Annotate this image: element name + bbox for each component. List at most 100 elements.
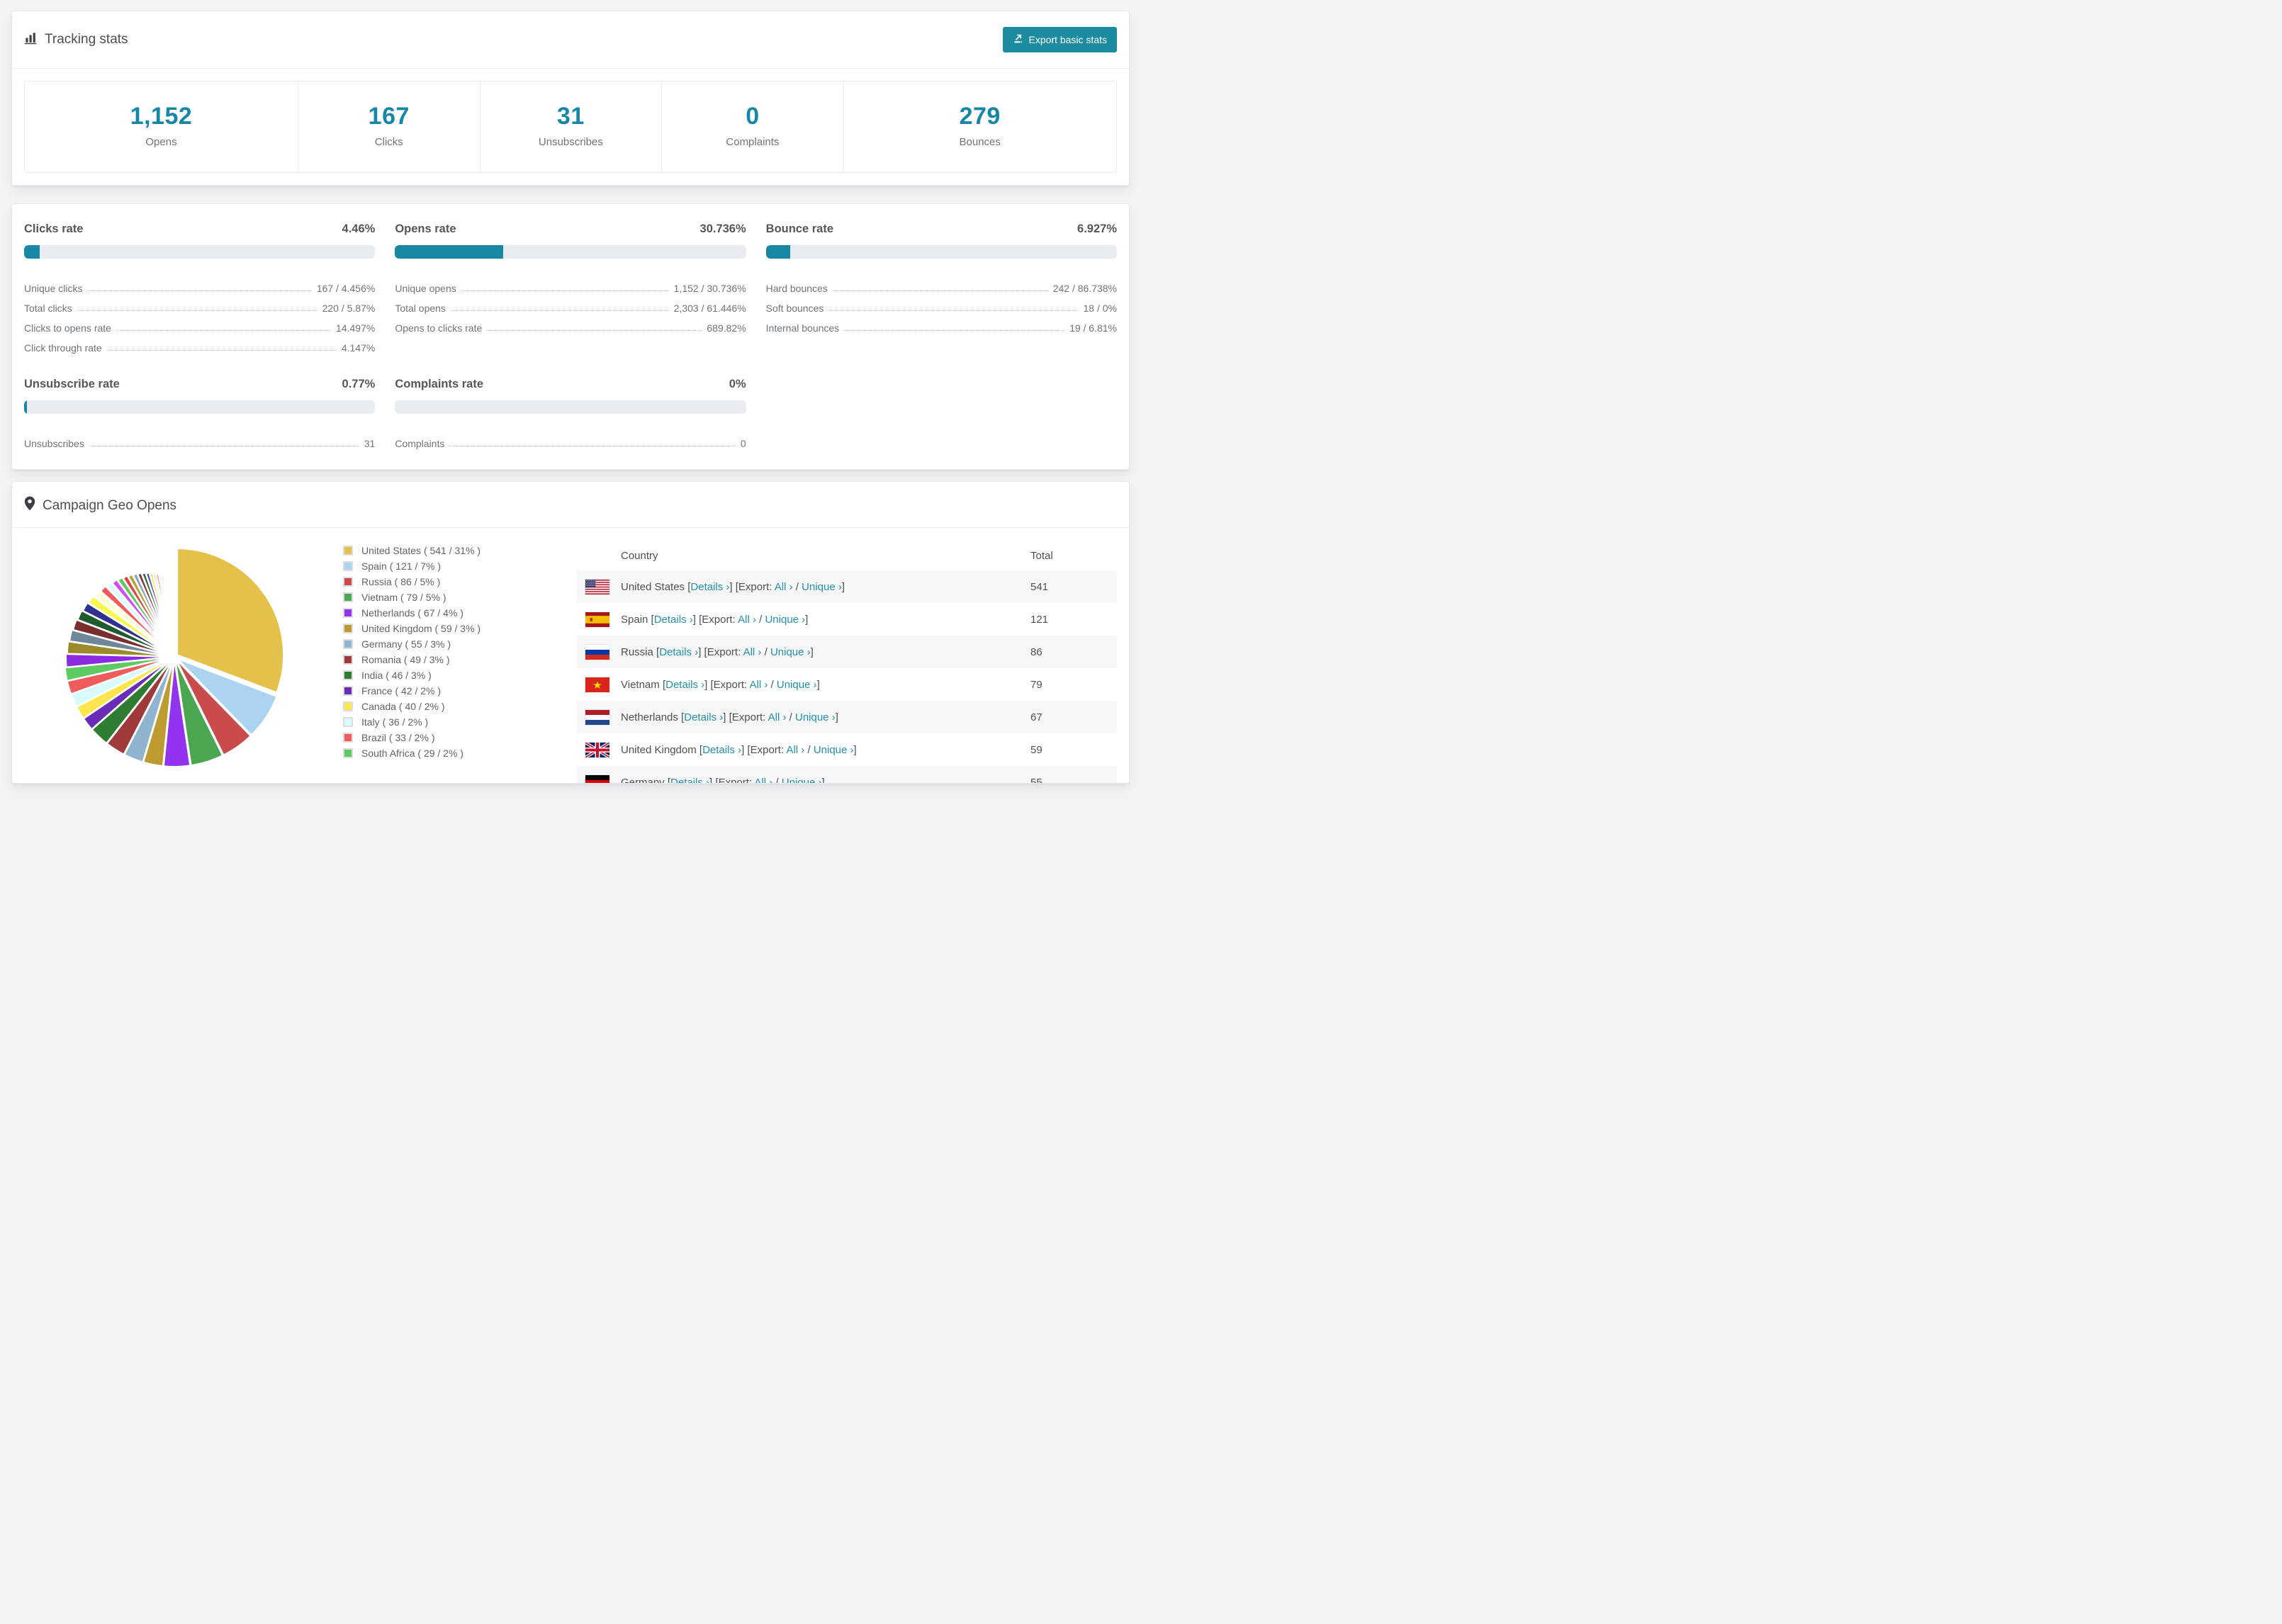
rate-detail-value: 2,303 / 61.446%: [673, 303, 746, 314]
legend-item: France ( 42 / 2% ): [343, 685, 577, 697]
details-link[interactable]: Details ›: [654, 614, 693, 626]
stat-cell-opens: 1,152 Opens: [25, 81, 298, 172]
details-link[interactable]: Details ›: [670, 777, 709, 784]
tracking-stats-card: Tracking stats Export basic stats 1,152 O…: [11, 11, 1130, 186]
legend-item: South Africa ( 29 / 2% ): [343, 748, 577, 759]
country-cell: United Kingdom [Details ›] [Export: All …: [621, 744, 1030, 756]
legend-label: South Africa ( 29 / 2% ): [361, 748, 463, 759]
legend-swatch: [343, 624, 353, 633]
rate-value: 0.77%: [342, 378, 376, 390]
dotted-leader: [450, 310, 669, 311]
rate-block-opens-rate: Opens rate 30.736% Unique opens 1,152 / 30.…: [395, 222, 746, 354]
tracking-stats-header: Tracking stats Export basic stats: [12, 11, 1129, 69]
rates-row-1: Clicks rate 4.46% Unique clicks 167 / 4.456…: [24, 222, 1117, 354]
bracket-text: ]: [841, 580, 845, 593]
export-all-link[interactable]: All ›: [775, 581, 793, 593]
export-unique-link[interactable]: Unique ›: [814, 744, 854, 756]
details-link[interactable]: Details ›: [665, 679, 704, 691]
rate-detail-label: Unique opens: [395, 283, 456, 294]
rate-detail-label: Clicks to opens rate: [24, 322, 111, 334]
export-all-link[interactable]: All ›: [743, 646, 762, 658]
details-link[interactable]: Details ›: [702, 744, 741, 756]
details-link[interactable]: Details ›: [690, 581, 729, 593]
rate-detail-row: Clicks to opens rate 14.497%: [24, 314, 375, 334]
rate-progress-bar: [395, 400, 746, 414]
slash-text: /: [772, 776, 782, 784]
country-cell: Vietnam [Details ›] [Export: All › / Uni…: [621, 679, 1030, 691]
export-unique-link[interactable]: Unique ›: [782, 777, 822, 784]
legend-item: United States ( 541 / 31% ): [343, 545, 577, 556]
rate-block-complaints-rate: Complaints rate 0% Complaints 0: [395, 378, 746, 449]
bracket-text: ]: [810, 645, 814, 658]
legend-label: France ( 42 / 2% ): [361, 685, 442, 697]
rate-detail-rows: Unique clicks 167 / 4.456% Total clicks 220…: [24, 274, 375, 354]
rate-head: Opens rate 30.736%: [395, 222, 746, 236]
legend-swatch: [343, 717, 353, 727]
details-link[interactable]: Details ›: [659, 646, 698, 658]
total-cell: 79: [1030, 678, 1042, 691]
export-all-link[interactable]: All ›: [750, 679, 768, 691]
rate-detail-value: 14.497%: [336, 322, 376, 334]
total-cell: 86: [1030, 645, 1042, 658]
rate-progress-bar: [24, 245, 376, 259]
export-unique-link[interactable]: Unique ›: [770, 646, 811, 658]
flag-icon-us: [585, 579, 609, 594]
dashboard-page: Tracking stats Export basic stats 1,152 O…: [0, 0, 1141, 812]
slash-text: /: [768, 678, 777, 691]
rate-detail-label: Complaints: [395, 438, 445, 449]
rate-detail-row: Opens to clicks rate 689.82%: [395, 314, 746, 334]
rates-card: Clicks rate 4.46% Unique clicks 167 / 4.456…: [11, 203, 1130, 470]
rate-detail-row: Unique opens 1,152 / 30.736%: [395, 274, 746, 294]
stat-label: Clicks: [374, 136, 403, 148]
legend-label: Vietnam ( 79 / 5% ): [361, 592, 446, 603]
country-cell: Russia [Details ›] [Export: All › / Uniq…: [621, 646, 1030, 658]
export-prefix: Export:: [750, 743, 787, 756]
rate-block-clicks-rate: Clicks rate 4.46% Unique clicks 167 / 4.456…: [24, 222, 376, 354]
rate-progress-bar: [24, 400, 376, 414]
rate-detail-value: 220 / 5.87%: [322, 303, 376, 314]
export-all-link[interactable]: All ›: [786, 744, 804, 756]
rate-title: Clicks rate: [24, 222, 84, 235]
tracking-stats-title-row: Tracking stats: [24, 31, 128, 49]
stat-value: 0: [746, 103, 760, 130]
legend-label: Germany ( 55 / 3% ): [361, 638, 451, 650]
export-unique-link[interactable]: Unique ›: [765, 614, 805, 626]
export-unique-link[interactable]: Unique ›: [795, 711, 836, 723]
country-name: Spain: [621, 613, 651, 626]
country-name: United States: [621, 580, 688, 593]
bracket-text: ] [: [692, 613, 702, 626]
export-all-link[interactable]: All ›: [738, 614, 756, 626]
rate-detail-value: 31: [364, 438, 376, 449]
legend-label: Canada ( 40 / 2% ): [361, 701, 445, 712]
table-row-ru: Russia [Details ›] [Export: All › / Uniq…: [577, 636, 1117, 668]
country-name: Germany: [621, 776, 668, 784]
stat-value: 167: [368, 103, 410, 130]
bracket-text: ] [: [723, 711, 732, 723]
export-unique-link[interactable]: Unique ›: [777, 679, 817, 691]
country-cell: Netherlands [Details ›] [Export: All › /…: [621, 711, 1030, 723]
slash-text: /: [804, 743, 814, 756]
export-unique-link[interactable]: Unique ›: [802, 581, 842, 593]
stat-label: Bounces: [959, 136, 1001, 148]
stat-cell-complaints: 0 Complaints: [661, 81, 843, 172]
export-all-link[interactable]: All ›: [768, 711, 787, 723]
rate-detail-row: Soft bounces 18 / 0%: [766, 294, 1117, 314]
legend-item: Brazil ( 33 / 2% ): [343, 732, 577, 743]
bracket-text: ] [: [704, 678, 714, 691]
bracket-text: ]: [853, 743, 857, 756]
geo-legend: United States ( 541 / 31% ) Spain ( 121 /…: [343, 541, 577, 783]
legend-swatch: [343, 546, 353, 556]
geo-opens-card: Campaign Geo Opens United States ( 541 /…: [11, 481, 1130, 784]
legend-swatch: [343, 608, 353, 618]
rate-detail-label: Click through rate: [24, 342, 102, 354]
bracket-text: ] [: [709, 776, 719, 784]
rate-detail-label: Hard bounces: [765, 283, 828, 294]
rate-block-unsubscribe-rate: Unsubscribe rate 0.77% Unsubscribes 31: [24, 378, 376, 449]
details-link[interactable]: Details ›: [684, 711, 723, 723]
export-all-link[interactable]: All ›: [754, 777, 772, 784]
legend-item: Romania ( 49 / 3% ): [343, 654, 577, 665]
export-basic-stats-button[interactable]: Export basic stats: [1002, 27, 1117, 52]
geo-table-header: Country Total: [577, 541, 1117, 570]
legend-item: Russia ( 86 / 5% ): [343, 576, 577, 587]
table-row-us: United States [Details ›] [Export: All ›…: [577, 570, 1117, 603]
